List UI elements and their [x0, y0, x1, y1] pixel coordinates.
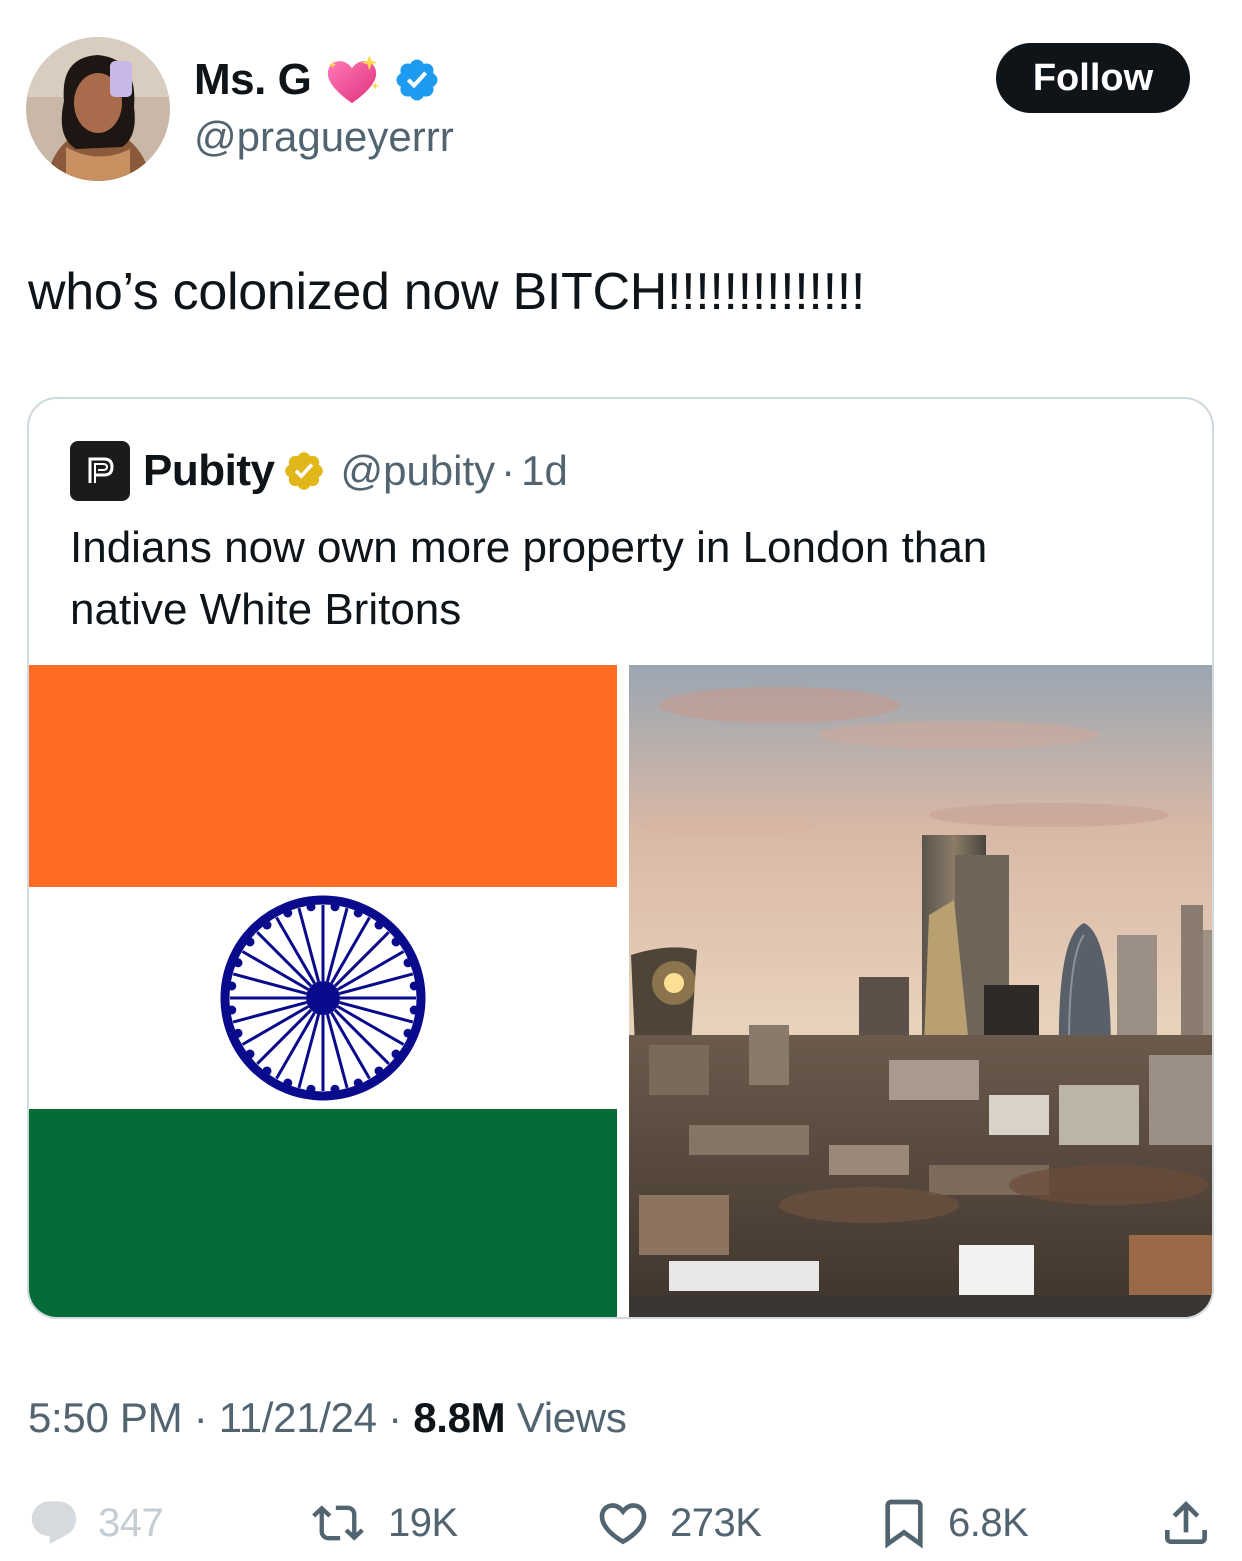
- like-button[interactable]: 273K: [592, 1495, 762, 1551]
- chakra-dot: [245, 937, 255, 947]
- chakra-dot: [330, 1084, 340, 1094]
- chakra-dot: [283, 908, 293, 918]
- chakra-dot: [233, 958, 243, 968]
- bookmark-button[interactable]: 6.8K: [876, 1495, 1029, 1551]
- quoted-author-handle[interactable]: @pubity: [340, 447, 495, 495]
- meta-separator: ·: [388, 1394, 402, 1441]
- quoted-text-line-2: native White Britons: [70, 585, 462, 634]
- tweet-time[interactable]: 5:50 PM: [28, 1394, 183, 1441]
- share-button[interactable]: [1158, 1495, 1214, 1551]
- chakra-dot: [353, 1078, 363, 1088]
- chakra-dot: [409, 1005, 419, 1015]
- quoted-text-line-1: Indians now own more property in London …: [70, 523, 988, 572]
- chakra-dot: [353, 908, 363, 918]
- meta-separator: ·: [193, 1394, 208, 1441]
- avatar[interactable]: [26, 37, 170, 181]
- chakra-dot: [227, 981, 237, 991]
- repost-count: 19K: [388, 1500, 458, 1545]
- media-divider: [617, 665, 629, 1317]
- tweet-meta: 5:50 PM · 11/21/24 · 8.8M Views: [28, 1394, 627, 1442]
- bookmark-icon: [885, 1499, 923, 1549]
- author-handle[interactable]: @pragueyerrr: [194, 113, 454, 161]
- tweet-text: who’s colonized now BITCH!!!!!!!!!!!!!!: [28, 263, 866, 321]
- ashoka-chakra-icon: [220, 895, 426, 1101]
- chakra-dot: [262, 920, 272, 930]
- quoted-media[interactable]: [29, 665, 1214, 1319]
- reply-count: 347: [98, 1500, 164, 1545]
- chakra-dot: [283, 1078, 293, 1088]
- reply-button[interactable]: 347: [26, 1495, 164, 1551]
- tweet-date[interactable]: 11/21/24: [219, 1394, 377, 1441]
- views-count: 8.8M: [413, 1394, 506, 1441]
- chakra-dot: [403, 1028, 413, 1038]
- heart-icon: [599, 1503, 647, 1545]
- india-flag-image[interactable]: [29, 665, 617, 1319]
- chakra-dot: [403, 958, 413, 968]
- chakra-dot: [233, 1028, 243, 1038]
- chakra-dot: [245, 1049, 255, 1059]
- chakra-dot: [330, 902, 340, 912]
- repost-button[interactable]: 19K: [304, 1495, 458, 1551]
- author-name[interactable]: Ms. G: [194, 55, 312, 105]
- quoted-tweet-header: Pubity @pubity · 1d: [143, 443, 568, 499]
- chakra-dot: [227, 1005, 237, 1015]
- quoted-timestamp[interactable]: 1d: [521, 447, 568, 495]
- follow-button[interactable]: Follow: [996, 43, 1190, 113]
- chakra-dot: [391, 1049, 401, 1059]
- chakra-dot: [374, 920, 384, 930]
- london-skyline-photo[interactable]: [629, 665, 1214, 1319]
- author-name-row: Ms. G: [194, 50, 441, 110]
- chakra-dot: [262, 1066, 272, 1076]
- verified-gold-badge-icon: [285, 452, 324, 490]
- avatar-photo: [26, 37, 170, 181]
- bookmark-count: 6.8K: [948, 1500, 1029, 1545]
- chakra-dot: [391, 937, 401, 947]
- pubity-logo-icon: [70, 441, 130, 501]
- quoted-author-name[interactable]: Pubity: [143, 446, 275, 496]
- share-icon: [1165, 1501, 1207, 1544]
- sparkling-heart-icon: [328, 54, 380, 104]
- like-count: 273K: [670, 1500, 762, 1545]
- quoted-tweet-card[interactable]: Pubity @pubity · 1d Indians now own more…: [27, 397, 1214, 1319]
- repost-icon: [312, 1505, 364, 1541]
- chakra-dot: [306, 902, 316, 912]
- reply-icon: [31, 1501, 77, 1545]
- quoted-tweet-text: Indians now own more property in London …: [70, 517, 1170, 641]
- verified-badge-icon[interactable]: [393, 56, 441, 104]
- chakra-dot: [306, 1084, 316, 1094]
- chakra-dot: [374, 1066, 384, 1076]
- views-label: Views: [516, 1394, 627, 1441]
- chakra-dot: [409, 981, 419, 991]
- quoted-separator: ·: [501, 447, 516, 494]
